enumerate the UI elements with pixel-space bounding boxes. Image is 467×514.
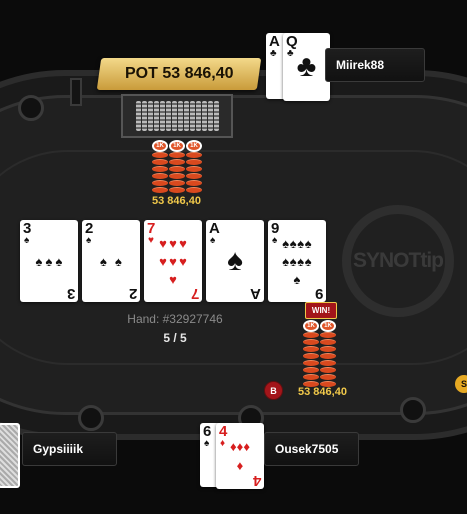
win-badge: WIN!	[305, 302, 337, 319]
hand-number: Hand: #32927746	[127, 312, 223, 326]
seat-marker	[78, 405, 104, 431]
board-card: A ♠ ♠ A	[206, 220, 264, 302]
board-card: 9 ♠ ♠ ♠ ♠ ♠ ♠ ♠ ♠ ♠ ♠ 9	[268, 220, 326, 302]
pot-chip-stack: 1K	[152, 140, 168, 194]
winner-chip-stack: 1K	[303, 320, 319, 388]
poker-table-view: POT 53 846,40 1K 1K 1K 53 846,40 A ♣ Q ♣…	[0, 0, 467, 514]
seat-marker	[400, 397, 426, 423]
hole-card: Q ♣ ♣	[283, 33, 330, 101]
pot-label: POT 53 846,40	[96, 58, 262, 90]
seat-marker	[18, 95, 44, 121]
player-nameplate-top[interactable]: Miirek88	[325, 48, 425, 82]
dealer-button: B	[264, 381, 283, 400]
site-logo: SYNOTtip	[342, 205, 454, 317]
rail-notch	[70, 78, 82, 106]
hand-progress: 5 / 5	[163, 331, 187, 345]
hole-card: 4 ♦ ♦ ♦ ♦ ♦ 4	[216, 423, 264, 489]
board-card: 7 ♥ ♥ ♥ ♥ ♥ ♥ ♥ ♥ 7	[144, 220, 202, 302]
dealer-chip-tray	[121, 94, 233, 138]
winner-amount: 53 846,40	[298, 386, 347, 398]
pot-chip-stack: 1K	[169, 140, 185, 194]
pot-chip-stack: 1K	[186, 140, 202, 194]
player-nameplate-bottom[interactable]: Ousek7505	[264, 432, 359, 466]
side-chip: S	[455, 375, 467, 393]
board-card: 2 ♠ ♠ ♠ 2	[82, 220, 140, 302]
winner-chip-stack: 1K	[320, 320, 336, 388]
board-card: 3 ♠ ♠ ♠ ♠ 3	[20, 220, 78, 302]
player-nameplate-left[interactable]: Gypsiiiik	[22, 432, 117, 466]
pot-amount: 53 846,40	[152, 195, 201, 207]
card-back	[0, 423, 20, 488]
